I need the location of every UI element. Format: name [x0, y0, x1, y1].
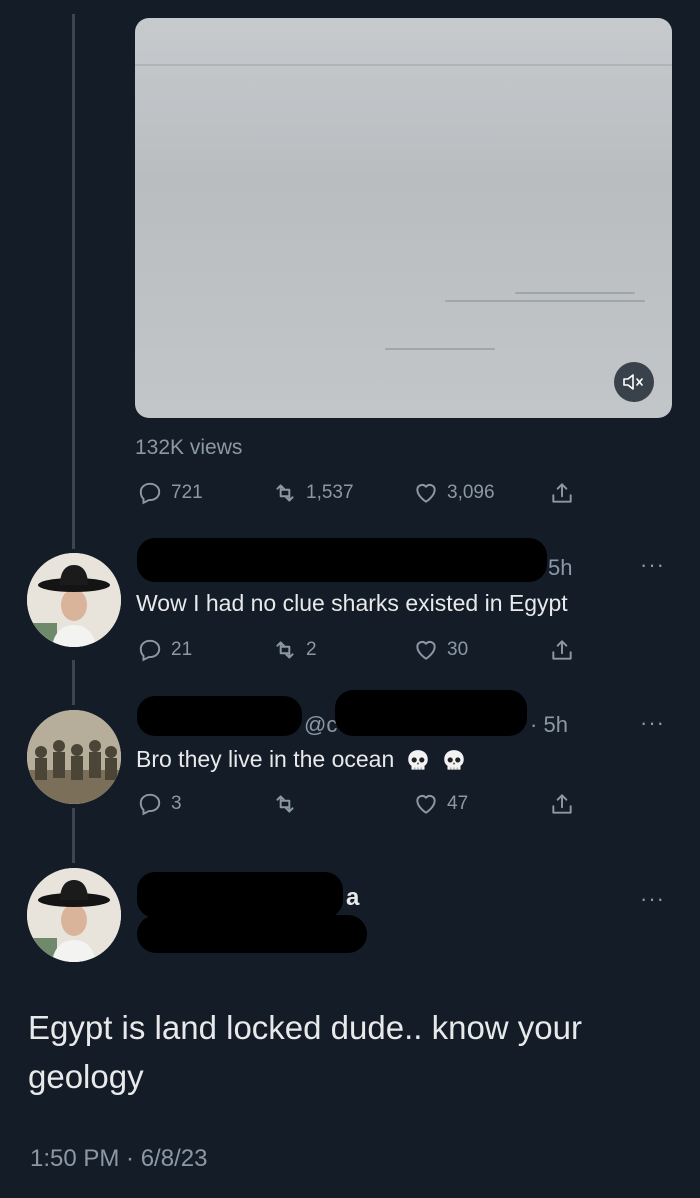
reply-icon	[139, 482, 161, 505]
volume-muted-icon[interactable]	[614, 362, 654, 402]
heart-icon	[416, 640, 436, 660]
reply-count: 21	[171, 639, 193, 660]
reply-time: 5h	[548, 555, 573, 580]
retweet-icon	[276, 641, 294, 659]
share-button[interactable]	[549, 637, 575, 663]
share-icon	[552, 640, 572, 660]
like-button[interactable]: 30	[413, 637, 468, 663]
thread-line-top	[72, 14, 75, 549]
like-count: 30	[447, 639, 469, 660]
redacted-author-name	[137, 696, 302, 736]
retweet-button[interactable]: 2	[272, 637, 317, 663]
video-frame-detail	[445, 300, 645, 302]
reply-button[interactable]: 21	[137, 637, 192, 663]
more-options-button[interactable]: ···	[640, 710, 665, 736]
retweet-count: 1,537	[306, 482, 354, 503]
tweet-timestamp[interactable]: 1:50 PM · 6/8/23	[30, 1145, 207, 1173]
share-icon	[552, 483, 572, 503]
share-icon	[552, 794, 572, 814]
video-frame-detail	[135, 64, 672, 66]
heart-icon	[416, 794, 436, 814]
reply-icon	[139, 639, 161, 662]
reply-text-value: Bro they live in the ocean	[136, 746, 395, 772]
heart-icon	[416, 483, 436, 503]
redacted-author-handle	[137, 915, 367, 953]
video-player[interactable]	[135, 18, 672, 418]
reply-time: · 5h	[530, 712, 568, 737]
retweet-icon	[276, 484, 294, 502]
like-count: 3,096	[447, 482, 495, 503]
thread-line-low	[72, 808, 75, 863]
like-count: 47	[447, 793, 469, 814]
skull-emoji	[407, 750, 428, 770]
redacted-author	[137, 538, 547, 582]
like-button[interactable]: 3,096	[413, 480, 495, 506]
redacted-author-name	[137, 872, 343, 918]
share-button[interactable]	[549, 791, 575, 817]
video-frame-detail	[385, 348, 495, 350]
retweet-icon	[276, 795, 294, 813]
retweet-button[interactable]	[272, 791, 306, 817]
reply-button[interactable]: 721	[137, 480, 203, 506]
like-button[interactable]: 47	[413, 791, 468, 817]
reply-count: 3	[171, 793, 182, 814]
more-options-button[interactable]: ···	[640, 886, 665, 912]
avatar[interactable]	[27, 868, 121, 962]
retweet-count: 2	[306, 639, 317, 660]
reply-count: 721	[171, 482, 203, 503]
redacted-author-handle	[335, 690, 527, 736]
retweet-button[interactable]: 1,537	[272, 480, 354, 506]
reply-time-value: 5h	[543, 712, 568, 737]
focused-tweet-text: Egypt is land locked dude.. know your ge…	[28, 1009, 582, 1095]
author-name-fragment: a	[346, 884, 360, 911]
thread-line-mid	[72, 660, 75, 705]
video-frame-detail	[515, 292, 635, 294]
share-button[interactable]	[549, 480, 575, 506]
avatar[interactable]	[27, 710, 121, 804]
avatar[interactable]	[27, 553, 121, 647]
reply-icon	[139, 793, 161, 816]
skull-emoji	[444, 750, 464, 770]
more-options-button[interactable]: ···	[640, 552, 665, 578]
view-count: 132K views	[135, 436, 243, 459]
reply-text: Bro they live in the ocean	[136, 746, 467, 774]
reply-text: Wow I had no clue sharks existed in Egyp…	[136, 590, 568, 616]
reply-button[interactable]: 3	[137, 791, 182, 817]
reply-handle: @c	[304, 712, 338, 737]
